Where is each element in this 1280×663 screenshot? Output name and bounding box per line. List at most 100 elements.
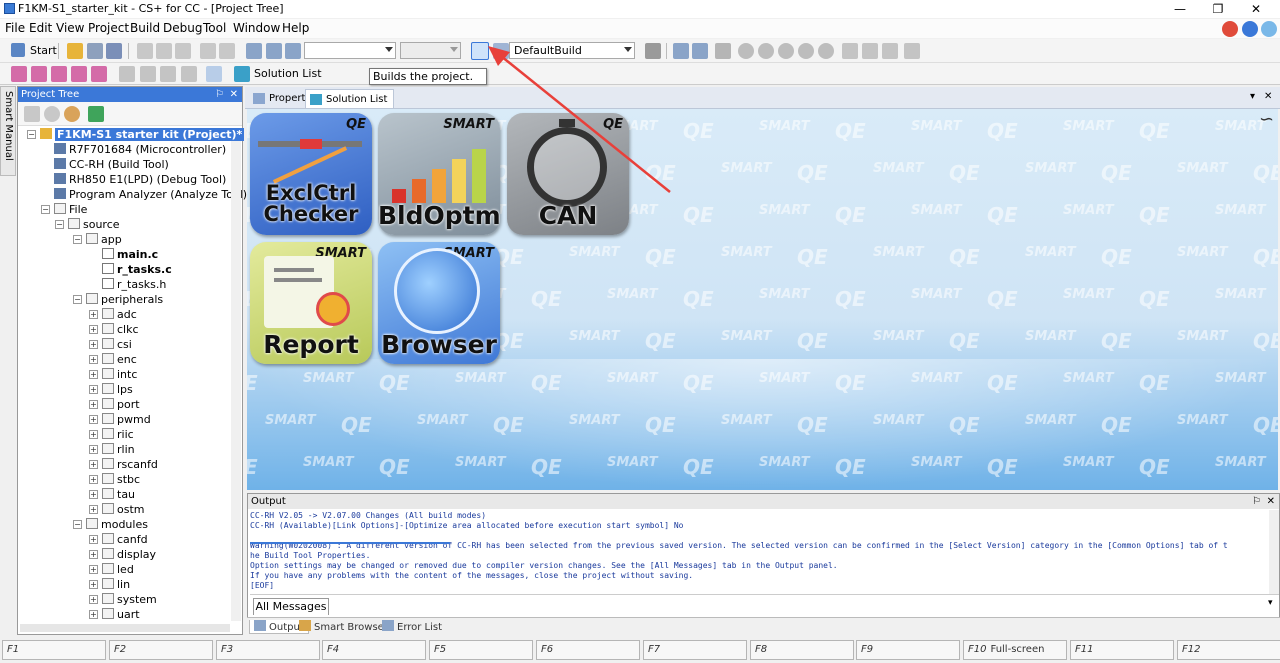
output-pin-icon[interactable]: ⚐ bbox=[1252, 494, 1261, 509]
function-key-f2[interactable]: F2 bbox=[109, 640, 213, 660]
tree-item[interactable]: r_tasks.h bbox=[102, 277, 166, 292]
tree-expander-icon[interactable]: + bbox=[89, 445, 98, 454]
debug-extra-icon[interactable] bbox=[904, 43, 920, 59]
open-folder-icon[interactable] bbox=[67, 43, 83, 59]
tree-expander-icon[interactable]: − bbox=[41, 205, 50, 214]
replace-icon[interactable] bbox=[285, 43, 301, 59]
function-key-f3[interactable]: F3 bbox=[216, 640, 320, 660]
tree-expander-icon[interactable]: − bbox=[27, 130, 36, 139]
menu-debug[interactable]: Debug bbox=[163, 21, 202, 35]
output-tab-dropdown-icon[interactable]: ▾ bbox=[1268, 598, 1273, 608]
tree-item[interactable]: canfd bbox=[102, 532, 148, 547]
tree-item[interactable]: source bbox=[68, 217, 120, 232]
function-key-f8[interactable]: F8 bbox=[750, 640, 854, 660]
tree-item[interactable]: uart bbox=[102, 607, 140, 622]
qe-tool-2-icon[interactable] bbox=[31, 66, 47, 82]
minimize-button[interactable]: — bbox=[1160, 0, 1200, 18]
tree-item[interactable]: port bbox=[102, 397, 140, 412]
tree-expander-icon[interactable]: − bbox=[73, 235, 82, 244]
menu-build[interactable]: Build bbox=[130, 21, 160, 35]
maximize-button[interactable]: ❐ bbox=[1198, 0, 1238, 18]
find-icon[interactable] bbox=[246, 43, 262, 59]
tree-expander-icon[interactable]: + bbox=[89, 475, 98, 484]
excl-ctrl-checker-tile[interactable]: QE ExclCtrl Checker bbox=[250, 113, 372, 235]
tree-expander-icon[interactable]: + bbox=[89, 610, 98, 619]
qe-tool-3-icon[interactable] bbox=[51, 66, 67, 82]
menu-help[interactable]: Help bbox=[282, 21, 309, 35]
reset-go-icon[interactable] bbox=[798, 43, 814, 59]
tree-item[interactable]: intc bbox=[102, 367, 137, 382]
tab-close-icon[interactable]: ✕ bbox=[1264, 91, 1272, 102]
tree-expander-icon[interactable]: + bbox=[89, 505, 98, 514]
close-panel-icon[interactable]: ✕ bbox=[230, 87, 238, 102]
undo-icon[interactable] bbox=[200, 43, 216, 59]
connect-icon[interactable] bbox=[715, 43, 731, 59]
save-all-icon[interactable] bbox=[106, 43, 122, 59]
tree-item[interactable]: csi bbox=[102, 337, 132, 352]
tree-expander-icon[interactable]: + bbox=[89, 340, 98, 349]
tree-item[interactable]: stbc bbox=[102, 472, 140, 487]
tree-item[interactable]: rlin bbox=[102, 442, 135, 457]
tree-expander-icon[interactable]: + bbox=[89, 490, 98, 499]
tree-expander-icon[interactable]: + bbox=[89, 535, 98, 544]
tab-error-list[interactable]: Error List bbox=[382, 620, 442, 633]
function-key-f5[interactable]: F5 bbox=[429, 640, 533, 660]
find-in-files-icon[interactable] bbox=[266, 43, 282, 59]
search-combo[interactable] bbox=[304, 42, 396, 59]
tree-item[interactable]: File bbox=[54, 202, 87, 217]
sort-icon[interactable] bbox=[24, 106, 40, 122]
tree-expander-icon[interactable]: + bbox=[89, 430, 98, 439]
save-icon[interactable] bbox=[87, 43, 103, 59]
qe-tool-5-icon[interactable] bbox=[91, 66, 107, 82]
stop-icon[interactable] bbox=[738, 43, 754, 59]
return-out-icon[interactable] bbox=[882, 43, 898, 59]
qe-tool-1-icon[interactable] bbox=[11, 66, 27, 82]
step-in-icon[interactable] bbox=[842, 43, 858, 59]
tree-item[interactable]: rscanfd bbox=[102, 457, 158, 472]
tree-item[interactable]: app bbox=[86, 232, 122, 247]
properties-icon[interactable] bbox=[44, 106, 60, 122]
tree-item[interactable]: enc bbox=[102, 352, 137, 367]
close-button[interactable]: ✕ bbox=[1236, 0, 1276, 18]
user-icon[interactable] bbox=[64, 106, 80, 122]
tree-item[interactable]: r_tasks.c bbox=[102, 262, 172, 277]
tree-expander-icon[interactable]: + bbox=[89, 580, 98, 589]
tree-item[interactable]: ostm bbox=[102, 502, 145, 517]
tree-item[interactable]: lps bbox=[102, 382, 133, 397]
solution-list-button[interactable]: Solution List bbox=[254, 67, 322, 80]
tree-expander-icon[interactable]: + bbox=[89, 550, 98, 559]
menu-view[interactable]: View bbox=[56, 21, 84, 35]
tree-item[interactable]: peripherals bbox=[86, 292, 163, 307]
copy-icon[interactable] bbox=[156, 43, 172, 59]
browser-tile[interactable]: SMART Browser bbox=[378, 242, 500, 364]
function-key-f12[interactable]: F12 bbox=[1177, 640, 1280, 660]
tree-item[interactable]: modules bbox=[86, 517, 148, 532]
tree-item[interactable]: lin bbox=[102, 577, 130, 592]
tree-scrollbar[interactable] bbox=[231, 141, 241, 621]
tree-expander-icon[interactable]: + bbox=[89, 400, 98, 409]
tree-item[interactable]: pwmd bbox=[102, 412, 151, 427]
function-key-f7[interactable]: F7 bbox=[643, 640, 747, 660]
window-layout-2-icon[interactable] bbox=[140, 66, 156, 82]
function-key-f4[interactable]: F4 bbox=[322, 640, 426, 660]
redo-icon[interactable] bbox=[219, 43, 235, 59]
pin-icon[interactable]: ⚐ bbox=[215, 87, 224, 102]
start-button[interactable]: Start bbox=[30, 44, 57, 57]
solution-list-icon[interactable] bbox=[234, 66, 250, 82]
menu-window[interactable]: Window bbox=[233, 21, 280, 35]
tab-dropdown-icon[interactable]: ▾ bbox=[1250, 91, 1255, 102]
go-icon[interactable] bbox=[758, 43, 774, 59]
tab-smart-browser[interactable]: Smart Browser bbox=[299, 620, 388, 633]
download-build-icon[interactable] bbox=[692, 43, 708, 59]
report-tile[interactable]: SMART Report bbox=[250, 242, 372, 364]
tree-item[interactable]: system bbox=[102, 592, 157, 607]
output-scrollbar[interactable] bbox=[1269, 510, 1279, 594]
tree-item[interactable]: display bbox=[102, 547, 156, 562]
function-key-f11[interactable]: F11 bbox=[1070, 640, 1174, 660]
tree-item[interactable]: F1KM-S1 starter kit (Project)* bbox=[40, 127, 245, 142]
run-icon[interactable] bbox=[778, 43, 794, 59]
web-icon[interactable] bbox=[1261, 21, 1277, 37]
function-key-f1[interactable]: F1 bbox=[2, 640, 106, 660]
step-over-icon[interactable] bbox=[862, 43, 878, 59]
tree-h-scrollbar[interactable] bbox=[20, 624, 230, 632]
